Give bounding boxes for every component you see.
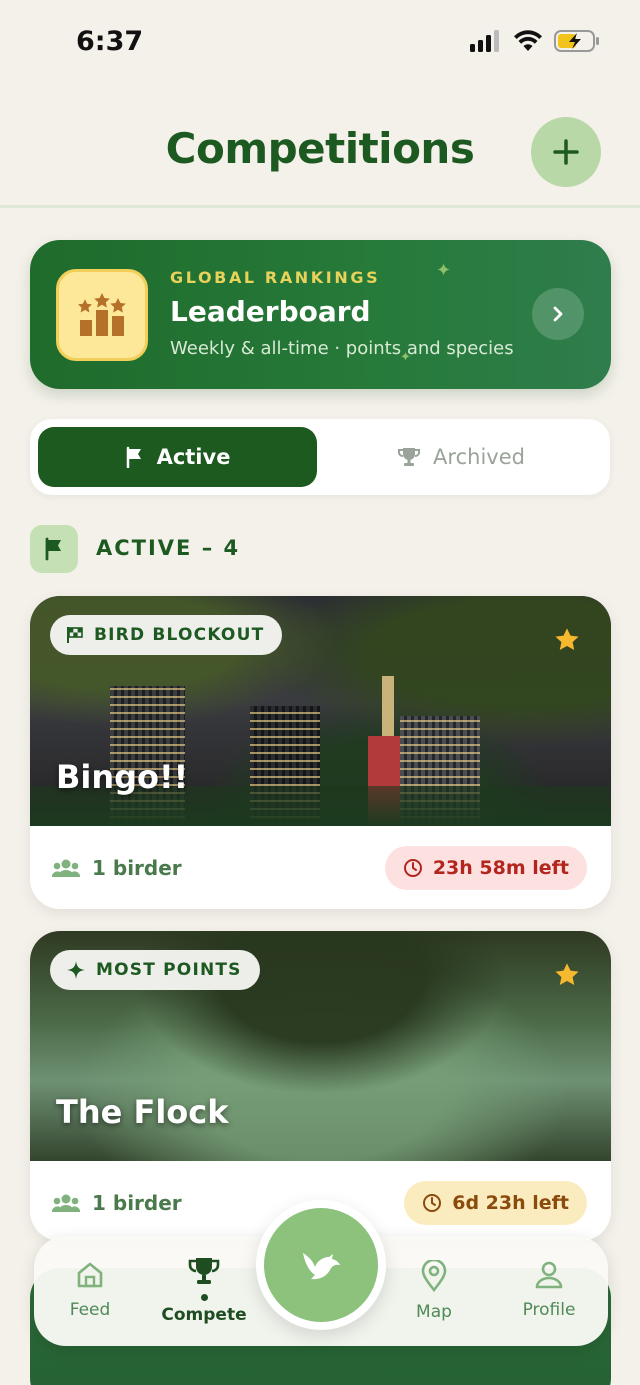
time-left-label: 6d 23h left [452,1191,569,1214]
home-icon [77,1262,103,1288]
nav-map[interactable]: Map [384,1258,484,1322]
flag-icon [126,446,141,468]
leaderboard-card[interactable]: GLOBAL RANKINGS Leaderboard Weekly & all… [30,240,611,389]
competition-card[interactable]: MOST POINTS The Flock 1 birder 6d 23h le… [30,931,611,1241]
star-icon[interactable] [553,626,581,658]
status-icons [470,30,600,56]
time-left-badge: 23h 58m left [384,845,587,890]
trophy-icon [398,448,421,466]
nav-profile-label: Profile [522,1300,576,1320]
page-header: Competitions [0,86,640,208]
birders-count: 1 birder [52,1191,182,1215]
competition-tabs: Active Archived [30,419,610,495]
competition-title: Bingo!! [56,758,189,796]
person-icon [535,1261,563,1289]
status-bar: 6:37 [0,0,640,86]
tab-active[interactable]: Active [38,427,317,487]
birders-label: 1 birder [92,1190,182,1215]
battery-icon [554,30,600,56]
people-icon [52,1194,80,1212]
tab-active-label: Active [156,445,231,469]
signal-icon [470,30,502,56]
trophy-icon [188,1258,220,1284]
plus-icon [553,139,579,165]
sparkle-icon: ✦ [436,260,452,281]
clock-icon [403,858,422,877]
nav-profile[interactable]: Profile [499,1260,599,1320]
nav-map-label: Map [416,1302,452,1322]
nav-feed-label: Feed [69,1300,111,1320]
log-bird-button[interactable] [256,1200,386,1330]
nav-compete-label: Compete [161,1305,247,1325]
people-icon [52,859,80,877]
tab-archived-label: Archived [433,445,525,469]
leaderboard-subtitle: Weekly & all-time · points and species [170,338,514,359]
section-label: ACTIVE – 4 [96,536,241,560]
active-indicator [200,1294,208,1301]
competition-type-badge: MOST POINTS [50,950,260,990]
nav-feed[interactable]: Feed [40,1260,140,1320]
badge-label: BIRD BLOCKOUT [94,625,265,645]
time-left-badge: 6d 23h left [404,1180,587,1225]
competition-card[interactable]: BIRD BLOCKOUT Bingo!! 1 birder 23h 58m l… [30,596,611,909]
status-time: 6:37 [76,26,144,57]
wifi-icon [514,30,542,56]
sparkle-icon: ✦ [400,350,411,365]
add-competition-button[interactable] [531,117,601,187]
birders-count: 1 birder [52,856,182,880]
competition-type-badge: BIRD BLOCKOUT [50,615,283,655]
leaderboard-title: Leaderboard [170,295,371,328]
chevron-right-icon[interactable] [532,288,584,340]
competition-footer: 1 birder 23h 58m left [30,826,611,909]
bird-icon [264,1208,378,1322]
clock-icon [423,1193,442,1212]
checkered-flag-icon [67,627,83,643]
badge-label: MOST POINTS [96,960,242,980]
tab-archived[interactable]: Archived [320,427,602,487]
flag-icon [30,525,78,573]
competition-title: The Flock [56,1093,229,1131]
time-left-label: 23h 58m left [432,856,569,879]
nav-compete[interactable]: Compete [154,1256,254,1325]
map-pin-icon [421,1258,447,1293]
trophy-podium-icon [56,269,148,361]
sparkle-icon [67,961,85,979]
leaderboard-eyebrow: GLOBAL RANKINGS [170,268,381,287]
star-icon[interactable] [553,961,581,993]
birders-label: 1 birder [92,855,182,880]
